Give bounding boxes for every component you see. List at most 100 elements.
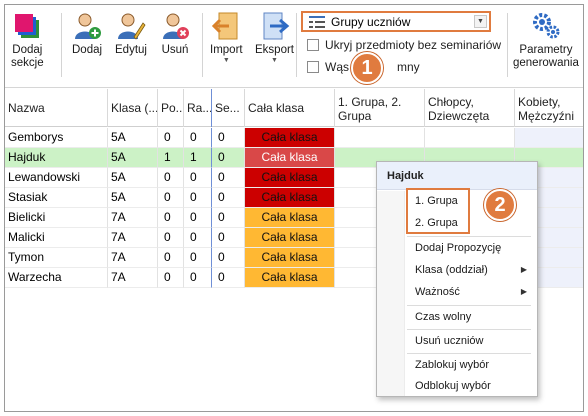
toolbar-divider <box>296 13 297 77</box>
grid-header: Nazwa Klasa (... Po... Ra... Se... Cała … <box>5 89 583 127</box>
toolbar-divider <box>61 13 62 77</box>
cell-whole-class[interactable]: Cała klasa <box>245 188 335 208</box>
edit-button[interactable]: Edytuj <box>115 11 147 57</box>
column-header-women-men[interactable]: Kobiety, Mężczyźni <box>515 89 583 127</box>
view-mode-select[interactable]: Grupy uczniów ▼ <box>301 11 491 32</box>
cell-whole-class[interactable]: Cała klasa <box>245 148 335 168</box>
toolbar-divider <box>507 13 508 77</box>
cell-name[interactable]: Bielicki <box>5 208 108 228</box>
menu-item-remove-students[interactable]: Usuń uczniów <box>377 330 537 352</box>
cell-class[interactable]: 7A <box>108 228 158 248</box>
table-row[interactable]: Gemborys 5A 0 0 0 Cała klasa <box>5 128 583 148</box>
cell-class[interactable]: 7A <box>108 248 158 268</box>
column-header-groups[interactable]: 1. Grupa, 2. Grupa <box>335 89 425 127</box>
cell-ra[interactable]: 1 <box>184 148 212 168</box>
menu-item-free-time[interactable]: Czas wolny <box>377 306 537 328</box>
add-button-label: Dodaj <box>72 44 103 56</box>
cell-po[interactable]: 0 <box>158 168 184 188</box>
menu-item-add-proposal[interactable]: Dodaj Propozycję <box>377 237 537 259</box>
delete-button[interactable]: Usuń <box>160 11 190 57</box>
cell-whole-class[interactable]: Cała klasa <box>245 168 335 188</box>
step-badge-2: 2 <box>484 189 516 221</box>
cell-po[interactable]: 0 <box>158 128 184 148</box>
cell-class[interactable]: 5A <box>108 148 158 168</box>
menu-item-importance[interactable]: Ważność ▶ <box>377 281 537 303</box>
cell-se[interactable]: 0 <box>212 268 245 288</box>
chevron-down-icon: ▼ <box>222 57 230 64</box>
menu-item-unlock-selection[interactable]: Odblokuj wybór <box>377 375 537 397</box>
cell-name[interactable]: Malicki <box>5 228 108 248</box>
cell-po[interactable]: 0 <box>158 208 184 228</box>
view-mode-value: Grupy uczniów <box>331 14 411 29</box>
column-header-whole-class[interactable]: Cała klasa <box>245 89 335 127</box>
cell-name[interactable]: Warzecha <box>5 268 108 288</box>
cell-po[interactable]: 0 <box>158 188 184 208</box>
cell-class[interactable]: 5A <box>108 128 158 148</box>
column-header-se[interactable]: Se... <box>212 89 245 127</box>
cell-women-men[interactable] <box>515 128 583 148</box>
cell-se[interactable]: 0 <box>212 248 245 268</box>
cell-name[interactable]: Gemborys <box>5 128 108 148</box>
cell-name[interactable]: Hajduk <box>5 148 108 168</box>
cell-ra[interactable]: 0 <box>184 188 212 208</box>
hide-subjects-checkbox[interactable] <box>307 39 319 51</box>
cell-po[interactable]: 0 <box>158 248 184 268</box>
narrow-columns-label-b: mny <box>397 60 420 74</box>
cell-class[interactable]: 7A <box>108 208 158 228</box>
cell-name[interactable]: Stasiak <box>5 188 108 208</box>
cell-class[interactable]: 7A <box>108 268 158 288</box>
cell-name[interactable]: Tymon <box>5 248 108 268</box>
cell-name[interactable]: Lewandowski <box>5 168 108 188</box>
chevron-down-icon[interactable]: ▼ <box>474 15 487 28</box>
column-header-boys-girls-l1: Chłopcy, <box>428 95 474 109</box>
app-window: Dodaj sekcje Dodaj Edytuj Usuń Import ▼ … <box>4 4 584 412</box>
cell-po[interactable]: 0 <box>158 268 184 288</box>
cell-ra[interactable]: 0 <box>184 168 212 188</box>
narrow-columns-checkbox[interactable] <box>307 61 319 73</box>
column-header-boys-girls-l2: Dziewczęta <box>428 109 490 123</box>
cell-se[interactable]: 0 <box>212 228 245 248</box>
cell-whole-class[interactable]: Cała klasa <box>245 228 335 248</box>
column-header-boys-girls[interactable]: Chłopcy, Dziewczęta <box>425 89 515 127</box>
cell-ra[interactable]: 0 <box>184 128 212 148</box>
cell-class[interactable]: 5A <box>108 168 158 188</box>
column-header-po[interactable]: Po... <box>158 89 184 127</box>
cell-groups[interactable] <box>335 128 425 148</box>
cell-po[interactable]: 1 <box>158 148 184 168</box>
menu-item-importance-label: Ważność <box>415 286 460 298</box>
cell-class[interactable]: 5A <box>108 188 158 208</box>
cell-se[interactable]: 0 <box>212 168 245 188</box>
delete-button-label: Usuń <box>161 44 189 56</box>
delete-user-icon <box>163 13 189 39</box>
export-label: Eksport <box>255 44 294 56</box>
menu-item-lock-selection[interactable]: Zablokuj wybór <box>377 354 537 376</box>
menu-item-class[interactable]: Klasa (oddział) ▶ <box>377 259 537 281</box>
generation-params-button[interactable]: Parametry generowania <box>513 11 579 70</box>
cell-whole-class[interactable]: Cała klasa <box>245 248 335 268</box>
column-header-class[interactable]: Klasa (... <box>108 89 158 127</box>
export-button[interactable]: Eksport ▼ <box>255 11 294 65</box>
cell-ra[interactable]: 0 <box>184 228 212 248</box>
params-label-2: generowania <box>513 57 579 69</box>
column-header-name[interactable]: Nazwa <box>5 89 108 127</box>
add-button[interactable]: Dodaj <box>72 11 102 57</box>
cell-po[interactable]: 0 <box>158 228 184 248</box>
cell-se[interactable]: 0 <box>212 188 245 208</box>
cell-ra[interactable]: 0 <box>184 248 212 268</box>
add-section-icon <box>15 14 40 38</box>
import-button[interactable]: Import ▼ <box>210 11 243 65</box>
cell-ra[interactable]: 0 <box>184 208 212 228</box>
cell-ra[interactable]: 0 <box>184 268 212 288</box>
cell-se[interactable]: 0 <box>212 148 245 168</box>
cell-whole-class[interactable]: Cała klasa <box>245 208 335 228</box>
context-menu: Hajduk 1. Grupa 2. Grupa Dodaj Propozycj… <box>376 161 538 397</box>
column-header-ra[interactable]: Ra... <box>184 89 212 127</box>
cell-se[interactable]: 0 <box>212 208 245 228</box>
add-section-button[interactable]: Dodaj sekcje <box>11 11 44 70</box>
cell-whole-class[interactable]: Cała klasa <box>245 128 335 148</box>
cell-boys-girls[interactable] <box>425 128 515 148</box>
cell-whole-class[interactable]: Cała klasa <box>245 268 335 288</box>
hide-subjects-checkbox-row[interactable]: Ukryj przedmioty bez seminariów <box>307 38 501 52</box>
import-icon <box>212 12 238 40</box>
cell-se[interactable]: 0 <box>212 128 245 148</box>
